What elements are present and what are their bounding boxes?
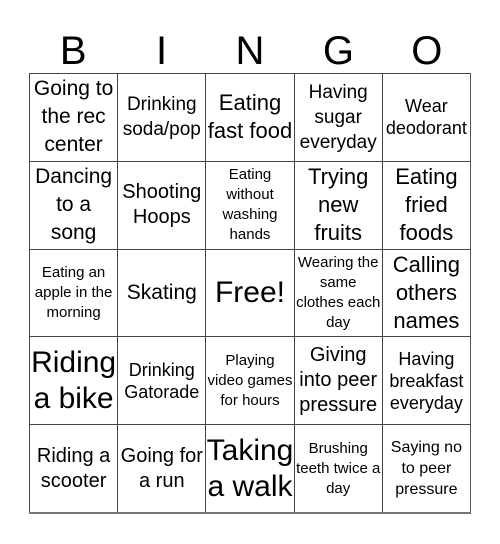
cell-text: Shooting Hoops — [122, 181, 202, 229]
header-letter-g: G — [322, 29, 354, 73]
bingo-board: Going to the rec center Drinking soda/po… — [29, 73, 471, 514]
bingo-cell[interactable]: Dancing to a song — [29, 160, 118, 249]
cell-text: Wearing the same clothes each day — [296, 253, 381, 331]
bingo-cell[interactable]: Eating fast food — [205, 73, 294, 161]
free-space-cell[interactable]: Free! — [205, 248, 294, 337]
bingo-cell[interactable]: Calling others names — [381, 248, 470, 337]
cell-text: Eating fried foods — [395, 164, 458, 246]
cell-text: Trying new fruits — [308, 164, 369, 246]
cell-text: Giving into peer pressure — [299, 344, 378, 417]
cell-text: Calling others names — [392, 251, 461, 333]
bingo-cell[interactable]: Going for a run — [117, 424, 206, 512]
bingo-cell[interactable]: Playing video games for hours — [205, 336, 294, 425]
bingo-cell[interactable]: Eating without washing hands — [205, 160, 294, 249]
header-letter-o: O — [411, 29, 443, 73]
bingo-cell[interactable]: Riding a bike — [29, 336, 118, 425]
bingo-cell[interactable]: Wearing the same clothes each day — [293, 248, 382, 337]
cell-text: Eating fast food — [207, 90, 293, 144]
cell-text: Taking a walk — [206, 433, 294, 503]
bingo-cell[interactable]: Trying new fruits — [293, 160, 382, 249]
cell-text: Brushing teeth twice a day — [296, 439, 381, 497]
cell-text: Drinking soda/pop — [122, 94, 201, 141]
cell-text: Skating — [126, 280, 197, 304]
cell-text: Having sugar everyday — [299, 81, 377, 153]
cell-text: Riding a bike — [31, 345, 117, 415]
bingo-cell[interactable]: Drinking soda/pop — [117, 73, 206, 161]
bingo-cell[interactable]: Taking a walk — [205, 424, 294, 512]
bingo-cell[interactable]: Drinking Gatorade — [117, 336, 206, 425]
header-letter-n: N — [235, 29, 265, 73]
bingo-cell[interactable]: Eating an apple in the morning — [29, 248, 118, 337]
cell-text: Eating without washing hands — [222, 166, 278, 244]
cell-text: Saying no to peer pressure — [390, 439, 462, 499]
bingo-cell[interactable]: Giving into peer pressure — [293, 336, 382, 425]
bingo-cell[interactable]: Going to the rec center — [29, 73, 118, 161]
cell-text: Having breakfast everyday — [389, 348, 464, 413]
bingo-cell[interactable]: Saying no to peer pressure — [381, 424, 470, 512]
header-letter-b: B — [59, 29, 87, 73]
bingo-cell[interactable]: Shooting Hoops — [117, 160, 206, 249]
bingo-cell[interactable]: Brushing teeth twice a day — [293, 424, 382, 512]
cell-text: Going for a run — [120, 444, 203, 492]
bingo-cell[interactable]: Wear deodorant — [381, 73, 470, 161]
bingo-cell[interactable]: Skating — [117, 248, 206, 337]
header-letter-i: I — [156, 29, 168, 73]
cell-text: Playing video games for hours — [207, 351, 293, 409]
cell-text: Riding a scooter — [36, 444, 111, 492]
cell-text: Wear deodorant — [385, 96, 467, 139]
cell-text: Drinking Gatorade — [124, 359, 200, 402]
bingo-cell[interactable]: Having sugar everyday — [293, 73, 382, 161]
cell-text: Dancing to a song — [35, 165, 113, 245]
bingo-cell[interactable]: Having breakfast everyday — [381, 336, 470, 425]
bingo-header: B I N G O — [29, 30, 471, 73]
bingo-cell[interactable]: Riding a scooter — [29, 424, 118, 512]
free-space-text: Free! — [214, 275, 285, 309]
cell-text: Eating an apple in the morning — [34, 263, 113, 321]
bingo-cell[interactable]: Eating fried foods — [381, 160, 470, 249]
cell-text: Going to the rec center — [33, 77, 114, 157]
